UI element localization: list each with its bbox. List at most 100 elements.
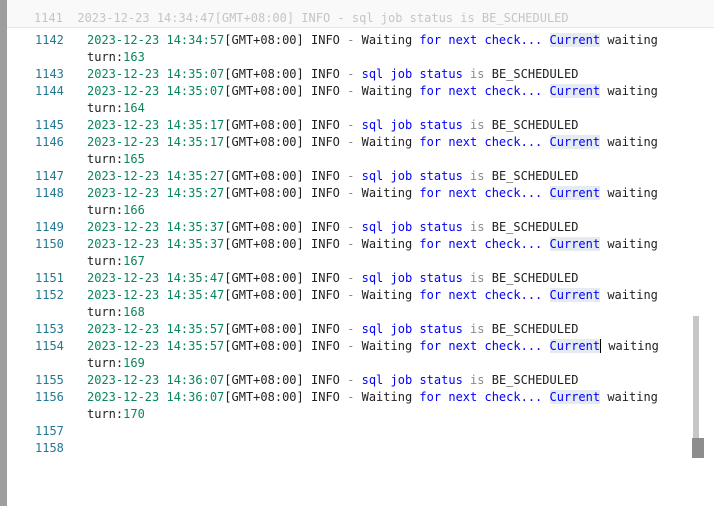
wrapped-turn: turn:166 [87,202,145,219]
log-line[interactable]: 1156 2023-12-23 14:36:07[GMT+08:00] INFO … [7,389,692,421]
line-code: 2023-12-23 14:35:17[GMT+08:00] INFO - sq… [87,117,578,134]
status-word: sql [361,169,384,183]
log-line[interactable]: 1150 2023-12-23 14:35:37[GMT+08:00] INFO … [7,236,692,268]
status-word: job [390,373,413,387]
status-word: BE_SCHEDULED [491,220,579,234]
log-line[interactable]: 1147 2023-12-23 14:35:27[GMT+08:00] INFO … [7,168,692,185]
separator-dash: - [347,220,355,234]
line-number: 1154 [35,339,64,353]
separator-dash: - [347,237,355,251]
turn-prefix: turn: [87,50,124,64]
scrollbar-thumb[interactable] [693,316,699,456]
status-word: BE_SCHEDULED [491,67,579,81]
line-number: 1157 [35,424,64,438]
message-word: for [419,390,442,404]
log-line[interactable]: 1146 2023-12-23 14:35:17[GMT+08:00] INFO … [7,134,692,166]
turn-number: 165 [123,152,145,166]
log-line[interactable]: 1157 [7,423,692,440]
timezone: [GMT+08:00] [224,84,304,98]
log-line[interactable]: 1154 2023-12-23 14:35:57[GMT+08:00] INFO … [7,338,692,370]
log-level: INFO [311,118,340,132]
line-code: 2023-12-23 14:35:27[GMT+08:00] INFO - sq… [87,168,578,185]
log-line[interactable]: 1145 2023-12-23 14:35:17[GMT+08:00] INFO … [7,117,692,134]
line-number: 1146 [35,135,64,149]
turn-prefix: turn: [87,254,124,268]
status-word: is [470,118,485,132]
timestamp: 2023-12-23 14:35:47 [87,271,225,285]
message-word: Current [549,237,601,251]
wrapped-turn: turn:165 [87,151,145,168]
status-word: sql [361,67,384,81]
message-word: for [419,339,442,353]
message-word: next [448,339,478,353]
status-word: is [470,322,485,336]
line-code: 2023-12-23 14:35:07[GMT+08:00] INFO - sq… [87,66,578,83]
log-level: INFO [311,186,340,200]
status-word: status [419,169,463,183]
message-word: Current [549,186,601,200]
log-line[interactable]: 1152 2023-12-23 14:35:47[GMT+08:00] INFO … [7,287,692,319]
message-word: Waiting [361,339,413,353]
message-word: Waiting [361,135,413,149]
message-word: check... [484,237,543,251]
line-number: 1145 [35,118,64,132]
message-word: Current [549,288,601,302]
turn-number: 170 [123,407,145,421]
status-word: sql [361,271,384,285]
log-level: INFO [311,33,340,47]
message-word: next [448,237,478,251]
message-word: next [448,186,478,200]
log-line[interactable]: 1158 [7,440,692,457]
log-level: INFO [311,169,340,183]
log-level: INFO [311,373,340,387]
message-word: Current [549,390,601,404]
log-line[interactable]: 1143 2023-12-23 14:35:07[GMT+08:00] INFO … [7,66,692,83]
status-word: is [470,373,485,387]
message-word: waiting [607,288,658,302]
partial-line-text: 1141 2023-12-23 14:34:47[GMT+08:00] INFO… [34,11,569,25]
message-word: Current [549,135,601,149]
timestamp: 2023-12-23 14:35:27 [87,186,225,200]
wrapped-turn: turn:168 [87,304,145,321]
message-word: waiting [607,390,658,404]
message-word: next [448,390,478,404]
log-line[interactable]: 1142 2023-12-23 14:34:57[GMT+08:00] INFO … [7,32,692,64]
log-line[interactable]: 1153 2023-12-23 14:35:57[GMT+08:00] INFO … [7,321,692,338]
log-level: INFO [311,84,340,98]
line-number: 1147 [35,169,64,183]
turn-number: 164 [123,101,145,115]
log-line[interactable]: 1155 2023-12-23 14:36:07[GMT+08:00] INFO … [7,372,692,389]
status-word: job [390,322,413,336]
line-code: 2023-12-23 14:34:57[GMT+08:00] INFO - Wa… [87,32,658,49]
log-editor[interactable]: 1142 2023-12-23 14:34:57[GMT+08:00] INFO … [7,28,692,506]
status-word: status [419,322,463,336]
timezone: [GMT+08:00] [224,169,304,183]
message-word: for [419,288,442,302]
message-word: for [419,237,442,251]
log-line[interactable]: 1151 2023-12-23 14:35:47[GMT+08:00] INFO … [7,270,692,287]
timezone: [GMT+08:00] [224,118,304,132]
separator-dash: - [347,67,355,81]
timestamp: 2023-12-23 14:35:27 [87,169,225,183]
wrapped-turn: turn:167 [87,253,145,270]
line-number: 1156 [35,390,64,404]
message-word: Current [549,33,601,47]
timezone: [GMT+08:00] [224,288,304,302]
log-level: INFO [311,237,340,251]
timestamp: 2023-12-23 14:35:17 [87,135,225,149]
separator-dash: - [347,169,355,183]
message-word: waiting [607,186,658,200]
message-word: Current [549,339,602,353]
status-word: sql [361,322,384,336]
timezone: [GMT+08:00] [224,220,304,234]
timezone: [GMT+08:00] [224,339,304,353]
message-word: next [448,33,478,47]
log-line[interactable]: 1148 2023-12-23 14:35:27[GMT+08:00] INFO … [7,185,692,217]
status-word: is [470,67,485,81]
log-line[interactable]: 1149 2023-12-23 14:35:37[GMT+08:00] INFO … [7,219,692,236]
timestamp: 2023-12-23 14:35:17 [87,118,225,132]
status-word: status [419,118,463,132]
timestamp: 2023-12-23 14:35:57 [87,322,225,336]
log-line[interactable]: 1144 2023-12-23 14:35:07[GMT+08:00] INFO … [7,83,692,115]
status-word: job [390,271,413,285]
